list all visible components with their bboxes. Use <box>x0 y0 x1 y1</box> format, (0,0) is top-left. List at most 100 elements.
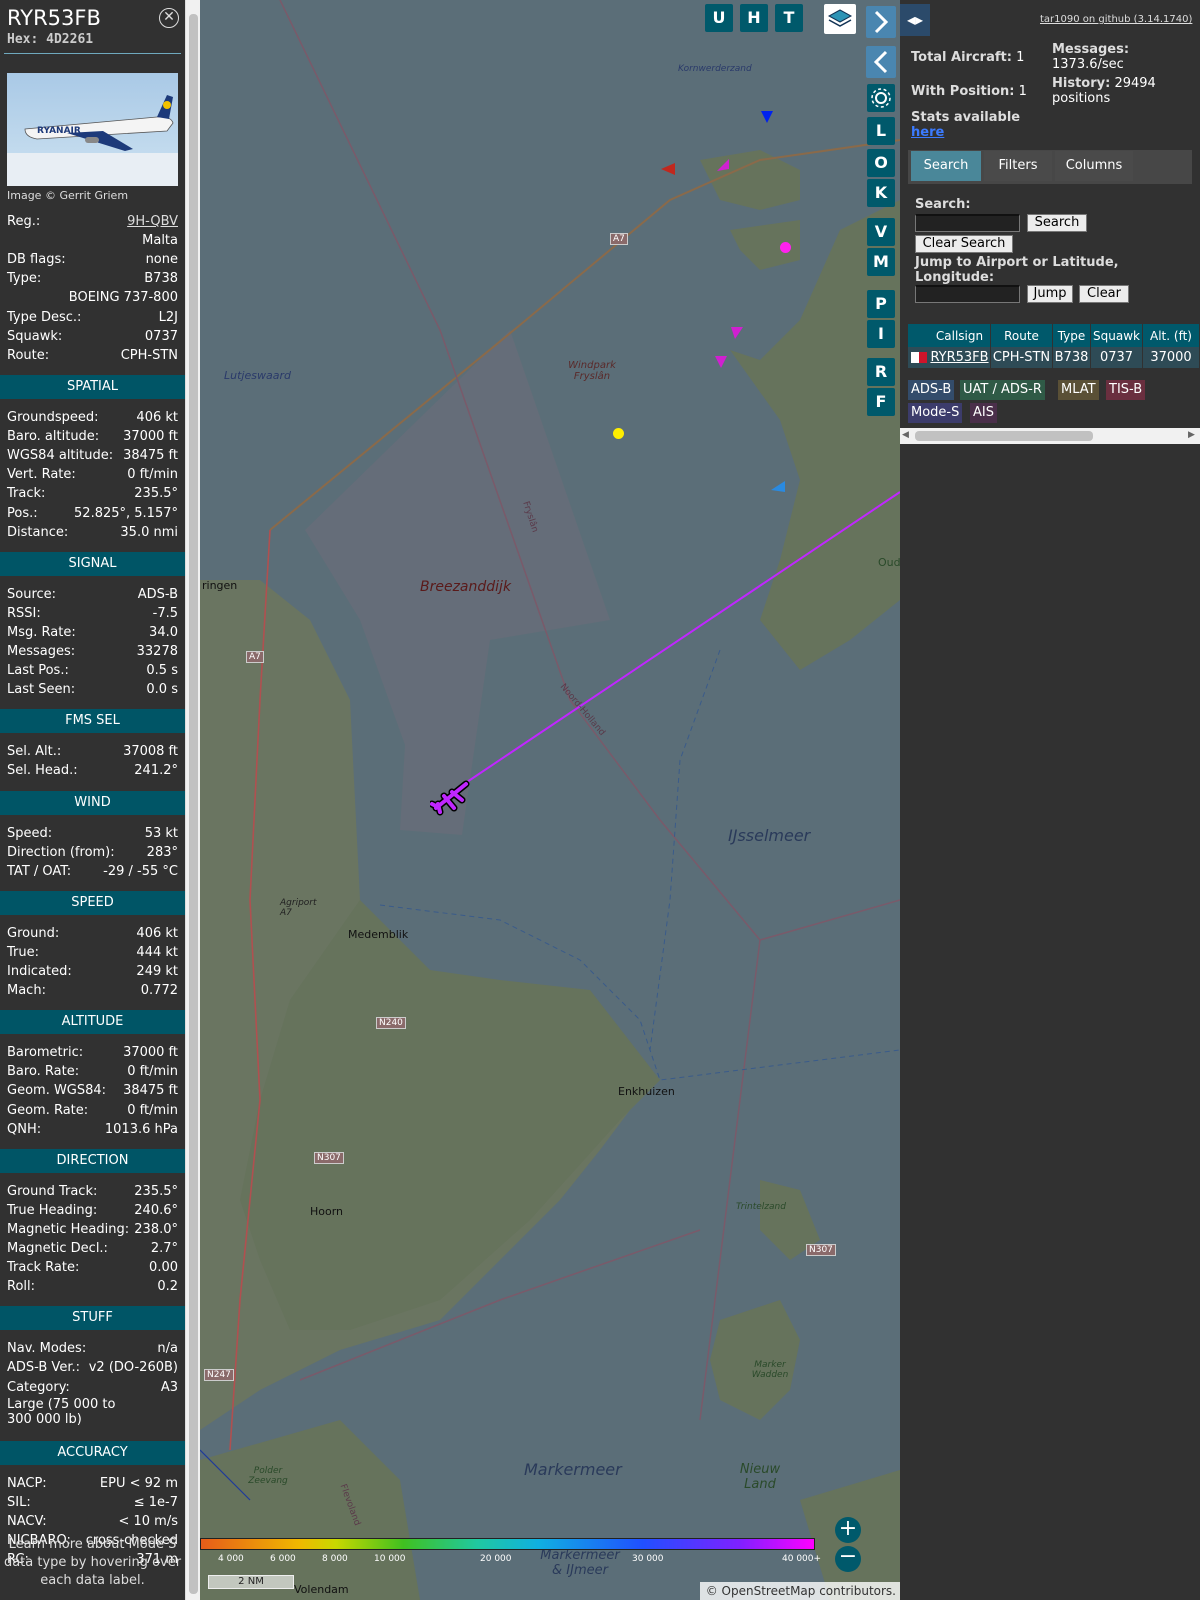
table-cell-flag[interactable] <box>908 347 929 368</box>
collapse-left-icon[interactable] <box>866 46 896 78</box>
altitude-tick-label: 8 000 <box>322 1554 348 1564</box>
table-cell-route[interactable]: CPH-STN <box>991 347 1052 368</box>
place-label-breezanddijk: Breezanddijk <box>420 579 512 595</box>
table-scrollbar[interactable]: ◀ ▶ <box>900 428 1200 444</box>
table-cell-type[interactable]: B738 <box>1053 347 1090 368</box>
detail-value: 2.7° <box>150 1241 178 1256</box>
scrollbar-h-thumb[interactable] <box>915 431 1093 441</box>
road-label-n307-2: N307 <box>806 1244 836 1256</box>
map-button-r[interactable]: R <box>867 358 895 386</box>
selected-hex: Hex: 4D2261 <box>7 32 94 47</box>
zoom-in-icon[interactable]: + <box>835 1517 861 1543</box>
detail-value[interactable]: 9H-QBV <box>127 214 178 229</box>
table-header-altft[interactable]: Alt. (ft) <box>1143 324 1199 348</box>
left-scrollbar[interactable] <box>185 0 200 1600</box>
detail-label: SIL: <box>7 1494 31 1510</box>
table-cell-alt[interactable]: 37000 <box>1143 347 1199 368</box>
detail-label: Track Rate: <box>7 1260 80 1276</box>
aircraft-marker-blue-icon[interactable] <box>760 110 774 124</box>
stats-link[interactable]: here <box>911 125 944 140</box>
detail-row: Magnetic Decl.: 2.7° <box>7 1239 178 1258</box>
detail-value: -29 / -55 °C <box>103 863 178 879</box>
place-label-lutjeswaard: Lutjeswaard <box>224 369 291 382</box>
detail-value: L2J <box>158 309 178 325</box>
clear-search-button[interactable]: Clear Search <box>915 235 1013 253</box>
detail-label: Geom. WGS84: <box>7 1083 107 1099</box>
detail-label: NACP: <box>7 1475 47 1491</box>
detail-row: Last Pos.: 0.5 s <box>7 661 178 680</box>
map-button-p[interactable]: P <box>867 290 895 318</box>
map-button-v[interactable]: V <box>867 218 895 246</box>
map[interactable]: Kornwerderzand Lutjeswaard Windpark Frys… <box>200 0 900 1600</box>
place-label-trintelzand: Trintelzand <box>736 1202 786 1212</box>
detail-value: EPU < 92 m <box>99 1475 178 1491</box>
zoom-out-icon[interactable]: − <box>835 1546 861 1572</box>
expand-right-icon[interactable] <box>866 6 896 38</box>
scrollbar-thumb[interactable] <box>189 14 198 1594</box>
road-label-a7-1: A7 <box>610 233 628 245</box>
learn-more-text: Learn more about Mode S data type by hov… <box>3 1537 182 1588</box>
map-attribution[interactable]: © OpenStreetMap contributors. <box>700 1582 900 1600</box>
layers-icon[interactable] <box>824 4 856 34</box>
altitude-tick-label: 30 000 <box>632 1554 664 1564</box>
info-panel: ◂▸ tar1090 on github (3.14.1740) Total A… <box>900 0 1200 1600</box>
aircraft-marker-magenta-icon-2[interactable] <box>730 326 744 340</box>
scroll-right-icon[interactable]: ▶ <box>1188 430 1195 440</box>
detail-value: 241.2° <box>134 763 178 779</box>
map-button-i[interactable]: I <box>867 320 895 348</box>
aircraft-marker-magenta-icon-3[interactable] <box>714 355 728 369</box>
map-button-m[interactable]: M <box>867 248 895 276</box>
aircraft-marker-red-icon[interactable] <box>660 162 676 176</box>
aircraft-photo[interactable]: RYANAIR <box>7 73 178 186</box>
total-aircraft: Total Aircraft: 1 <box>911 50 1025 65</box>
map-button-f[interactable]: F <box>867 388 895 416</box>
clear-button[interactable]: Clear <box>1079 285 1129 303</box>
history-stat: History: 29494 positions <box>1052 76 1156 106</box>
scroll-left-icon[interactable]: ◀ <box>902 430 909 440</box>
github-link[interactable]: tar1090 on github (3.14.1740) <box>1040 14 1192 25</box>
jump-input[interactable] <box>915 285 1020 303</box>
tab-search[interactable]: Search <box>911 151 981 181</box>
tab-filters[interactable]: Filters <box>984 151 1052 181</box>
section-header-altitude: ALTITUDE <box>0 1010 185 1035</box>
table-header-type[interactable]: Type <box>1053 324 1090 348</box>
aircraft-marker-magenta-icon-1[interactable] <box>716 158 730 172</box>
detail-value: 0 ft/min <box>127 1102 178 1118</box>
detail-label: Speed: <box>7 825 53 841</box>
table-header-squawk[interactable]: Squawk <box>1091 324 1142 348</box>
detail-row: Type Desc.: L2J <box>7 308 178 327</box>
close-icon[interactable]: ✕ <box>159 8 179 28</box>
search-button[interactable]: Search <box>1027 214 1087 232</box>
map-button-u[interactable]: U <box>705 4 733 32</box>
tab-columns[interactable]: Columns <box>1055 151 1133 181</box>
detail-value: 52.825°, 5.157° <box>74 505 178 521</box>
settings-icon[interactable] <box>867 84 895 112</box>
aircraft-marker-lightblue-icon[interactable] <box>770 480 786 494</box>
table-header-route[interactable]: Route <box>991 324 1052 348</box>
detail-label: Last Pos.: <box>7 663 69 679</box>
selected-aircraft-icon[interactable] <box>430 778 470 818</box>
detail-label: Messages: <box>7 644 76 659</box>
table-cell-squawk[interactable]: 0737 <box>1091 347 1142 368</box>
map-button-t[interactable]: T <box>775 4 803 32</box>
section-header-spatial: SPATIAL <box>0 375 185 399</box>
map-button-h[interactable]: H <box>740 4 768 32</box>
map-button-o[interactable]: O <box>867 149 895 177</box>
search-input[interactable] <box>915 214 1020 232</box>
place-label-volendam: Volendam <box>294 1583 349 1596</box>
table-header-callsign[interactable]: Callsign <box>929 324 990 348</box>
source-legend-ais: AIS <box>970 403 997 423</box>
stats-available: Stats available <box>911 110 1021 125</box>
place-label-agriport: Agriport A7 <box>280 898 317 918</box>
map-button-k[interactable]: K <box>867 179 895 207</box>
detail-row: Route: CPH-STN <box>7 346 178 365</box>
toggle-sidebar-icon[interactable]: ◂▸ <box>900 4 930 36</box>
ground-marker-magenta[interactable] <box>780 242 791 253</box>
jump-button[interactable]: Jump <box>1027 285 1073 303</box>
section-header-accuracy: ACCURACY <box>0 1440 185 1465</box>
map-button-l[interactable]: L <box>867 117 895 145</box>
ground-marker-yellow[interactable] <box>613 428 624 439</box>
detail-row: Track Rate: 0.00 <box>7 1258 178 1277</box>
place-label-hoorn: Hoorn <box>310 1205 344 1218</box>
table-cell-callsign[interactable]: RYR53FB <box>929 347 990 368</box>
